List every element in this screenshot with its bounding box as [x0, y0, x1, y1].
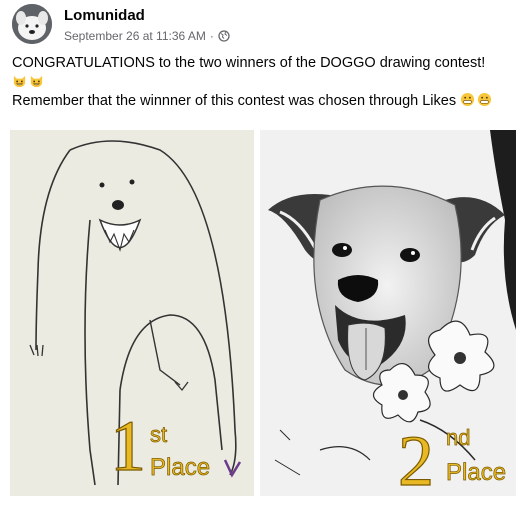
photo-2nd-place[interactable]: 2 nd Place	[260, 130, 516, 496]
place-word: Place	[150, 454, 210, 481]
grimace-emoji-icon	[461, 92, 475, 107]
post-text-line-3: Remember that the winnner of this contes…	[12, 92, 517, 111]
dog-avatar-icon	[12, 4, 52, 44]
cat-grin-emoji-icon	[30, 75, 43, 88]
post-text-line-1: CONGRATULATIONS to the two winners of th…	[12, 55, 486, 71]
post-header: Lomunidad September 26 at 11:36 AM ·	[12, 4, 512, 48]
post-text: CONGRATULATIONS to the two winners of th…	[12, 54, 517, 111]
post-text-line-3-text: Remember that the winnner of this contes…	[12, 93, 457, 109]
grimace-emoji-icon	[478, 92, 492, 107]
photo-grid: 1 st Place 2 nd Place	[10, 130, 516, 496]
separator: ·	[209, 29, 214, 43]
timestamp[interactable]: September 26 at 11:36 AM	[64, 29, 206, 43]
place-word: Place	[446, 459, 506, 486]
place-number: 2	[398, 421, 434, 496]
place-suffix: st	[150, 422, 167, 447]
photo-1st-place[interactable]: 1 st Place	[10, 130, 254, 496]
post-text-line-2	[12, 73, 517, 92]
post-meta: September 26 at 11:36 AM ·	[64, 29, 230, 43]
globe-icon[interactable]	[218, 30, 230, 42]
doodle-dog-drawing: 1 st Place	[10, 130, 254, 496]
ink-dog-sketch-drawing: 2 nd Place	[260, 130, 516, 496]
place-suffix: nd	[446, 425, 470, 450]
cat-grin-emoji-icon	[13, 75, 26, 88]
avatar[interactable]	[12, 4, 52, 44]
page-name[interactable]: Lomunidad	[64, 7, 145, 24]
place-number: 1	[110, 406, 146, 486]
